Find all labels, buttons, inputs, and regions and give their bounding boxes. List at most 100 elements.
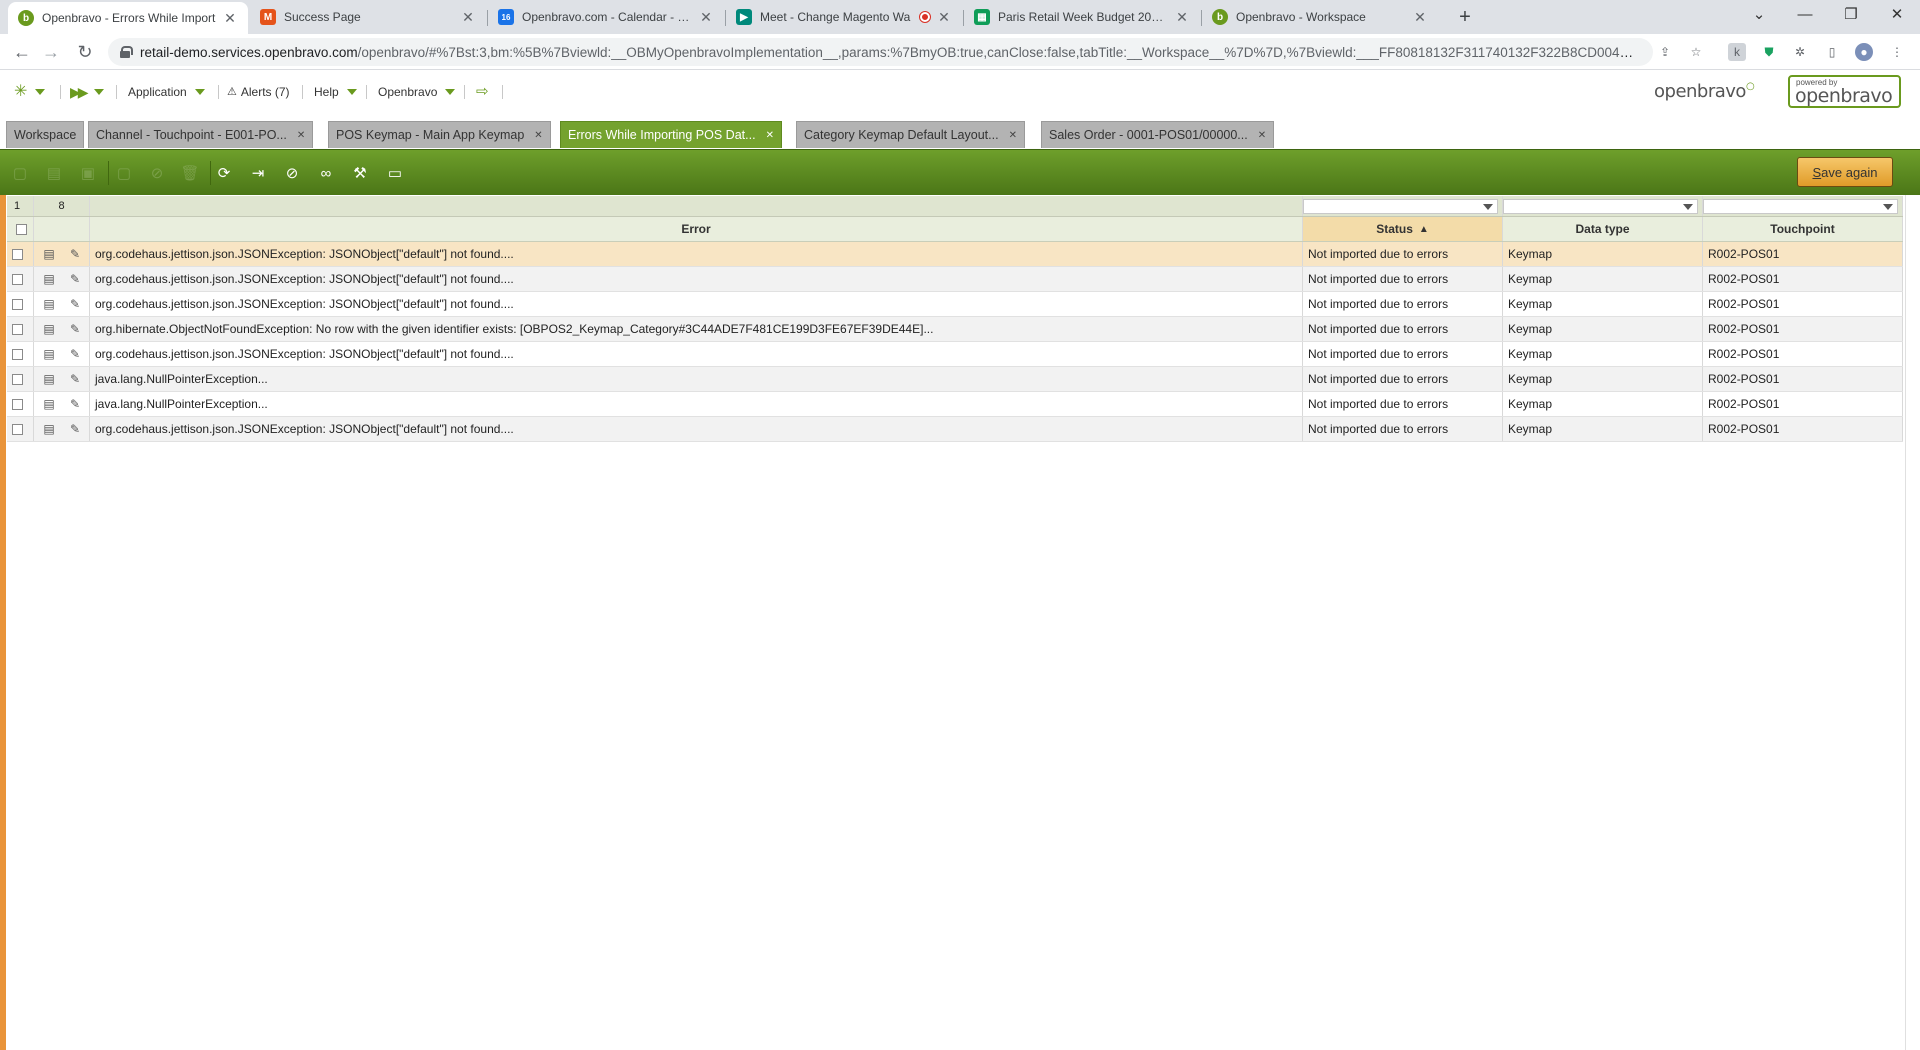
undo-icon[interactable]: ⊘ [145,161,169,185]
table-row[interactable]: ▤ ✎ java.lang.NullPointerException... Not i… [7,392,1903,417]
touchpoint-filter-select[interactable] [1703,198,1898,214]
status-header[interactable]: Status ▲ [1303,217,1503,241]
form-view-icon[interactable]: ▤ [42,297,56,311]
table-row[interactable]: ▤ ✎ org.codehaus.jettison.json.JSONExcepti… [7,242,1903,267]
puzzle-icon[interactable]: ✲ [1791,43,1809,61]
table-row[interactable]: ▤ ✎ org.codehaus.jettison.json.JSONExcepti… [7,292,1903,317]
form-view-icon[interactable]: ▤ [42,422,56,436]
close-icon[interactable]: ✕ [1009,130,1017,141]
star-icon[interactable]: ☆ [1687,43,1705,61]
close-icon[interactable]: ✕ [1258,130,1266,141]
browser-tab[interactable]: M Success Page ✕ [250,0,486,34]
delete-icon[interactable]: 🗑 [178,161,202,185]
tab-sales-order[interactable]: Sales Order - 0001-POS01/00000... ✕ [1041,121,1275,148]
close-icon[interactable]: ✕ [1174,9,1190,26]
tab-channel-touchpoint[interactable]: Channel - Touchpoint - E001-PO... ✕ [88,121,314,148]
close-icon[interactable]: ✕ [222,10,238,27]
form-view-icon[interactable]: ▤ [42,347,56,361]
status-filter[interactable] [1303,196,1503,216]
table-row[interactable]: ▤ ✎ java.lang.NullPointerException... Not i… [7,367,1903,392]
quick-create-button[interactable]: ✳ [14,83,46,101]
row-checkbox[interactable] [12,323,23,335]
datatype-filter[interactable] [1503,196,1703,216]
link-icon[interactable]: ∞ [314,161,338,185]
tab-errors-importing[interactable]: Errors While Importing POS Dat... ✕ [560,121,782,148]
edit-pencil-icon[interactable]: ✎ [68,372,82,386]
close-icon[interactable]: ✕ [698,9,714,26]
edit-pencil-icon[interactable]: ✎ [68,272,82,286]
error-header[interactable]: Error [90,217,1303,241]
refresh-icon[interactable]: ⟳ [212,161,236,185]
close-icon[interactable]: ✕ [936,9,952,26]
edit-pencil-icon[interactable]: ✎ [68,297,82,311]
row-checkbox[interactable] [12,423,23,435]
row-checkbox[interactable] [12,348,23,360]
browser-tab[interactable]: ▶ Meet - Change Magento Wa ✕ [726,0,962,34]
edit-pencil-icon[interactable]: ✎ [68,422,82,436]
tab-pos-keymap[interactable]: POS Keymap - Main App Keymap ✕ [328,121,551,148]
touchpoint-filter[interactable] [1703,196,1903,216]
minimize-icon[interactable]: — [1782,0,1828,30]
row-checkbox[interactable] [12,248,23,260]
row-checkbox[interactable] [12,373,23,385]
forward-icon[interactable]: → [38,40,64,64]
close-icon[interactable]: ✕ [297,130,305,141]
new-document-icon[interactable]: ▢ [8,161,32,185]
more-icon[interactable]: ⋮ [1888,43,1906,61]
avatar[interactable]: ● [1855,43,1873,61]
menu-alerts[interactable]: ⚠ Alerts (7) [227,83,290,101]
save-again-button[interactable]: Save again [1797,157,1893,187]
menu-application[interactable]: Application [128,83,205,101]
edit-pencil-icon[interactable]: ✎ [68,247,82,261]
close-icon[interactable]: ✕ [460,9,476,26]
browser-tab-active[interactable]: b Openbravo - Errors While Import ✕ [8,2,248,34]
tools-icon[interactable]: ⚒ [348,161,372,185]
edit-pencil-icon[interactable]: ✎ [68,347,82,361]
tab-category-keymap[interactable]: Category Keymap Default Layout... ✕ [796,121,1025,148]
row-checkbox[interactable] [12,298,23,310]
table-row[interactable]: ▤ ✎ org.codehaus.jettison.json.JSONExcepti… [7,267,1903,292]
sidepanel-icon[interactable]: ▯ [1823,43,1841,61]
url-input[interactable]: retail-demo.services.openbravo.com/openb… [108,38,1653,66]
shield-icon[interactable]: ⛊ [1760,43,1778,61]
form-view-icon[interactable]: ▤ [42,322,56,336]
menu-openbravo[interactable]: Openbravo [378,83,456,101]
close-icon[interactable]: ✕ [534,130,542,141]
attachment-icon[interactable]: ⊘ [280,161,304,185]
row-checkbox[interactable] [12,273,23,285]
form-view-icon[interactable]: ▤ [42,247,56,261]
edit-pencil-icon[interactable]: ✎ [68,397,82,411]
tab-search-icon[interactable]: ⌄ [1736,0,1782,30]
window-close-icon[interactable]: ✕ [1874,0,1920,30]
close-icon[interactable]: ✕ [766,130,774,141]
logout-button[interactable]: ⇨ [476,83,489,101]
form-view-icon[interactable]: ▤ [42,372,56,386]
grid-view-icon[interactable]: ▭ [383,161,407,185]
form-view-icon[interactable]: ▤ [42,397,56,411]
browser-tab[interactable]: b Openbravo - Workspace ✕ [1202,0,1438,34]
status-filter-select[interactable] [1303,198,1498,214]
table-row[interactable]: ▤ ✎ org.codehaus.jettison.json.JSONExcepti… [7,342,1903,367]
share-icon[interactable]: ⇪ [1656,43,1674,61]
restore-icon[interactable]: ❐ [1828,0,1874,30]
row-checkbox[interactable] [12,398,23,410]
browser-tab[interactable]: ▦ Paris Retail Week Budget 2022 A ✕ [964,0,1200,34]
new-tab-button[interactable]: + [1452,4,1478,30]
close-icon[interactable]: ✕ [1412,9,1428,26]
extension-icon[interactable]: k [1728,43,1746,61]
touchpoint-header[interactable]: Touchpoint [1703,217,1903,241]
menu-help[interactable]: Help [314,83,357,101]
save-close-icon[interactable]: ▢ [112,161,136,185]
datatype-filter-select[interactable] [1503,198,1698,214]
datatype-header[interactable]: Data type [1503,217,1703,241]
new-row-icon[interactable]: ▤ [42,161,66,185]
export-icon[interactable]: ⇥ [246,161,270,185]
table-row[interactable]: ▤ ✎ org.hibernate.ObjectNotFoundException:… [7,317,1903,342]
form-view-icon[interactable]: ▤ [42,272,56,286]
reload-icon[interactable]: ↻ [72,40,98,64]
quick-launch-button[interactable]: ▶▶ [70,83,104,101]
table-row[interactable]: ▤ ✎ org.codehaus.jettison.json.JSONExcepti… [7,417,1903,442]
select-all-checkbox[interactable] [16,223,27,235]
browser-tab[interactable]: 16 Openbravo.com - Calendar - We ✕ [488,0,724,34]
tab-workspace[interactable]: Workspace [6,121,85,148]
